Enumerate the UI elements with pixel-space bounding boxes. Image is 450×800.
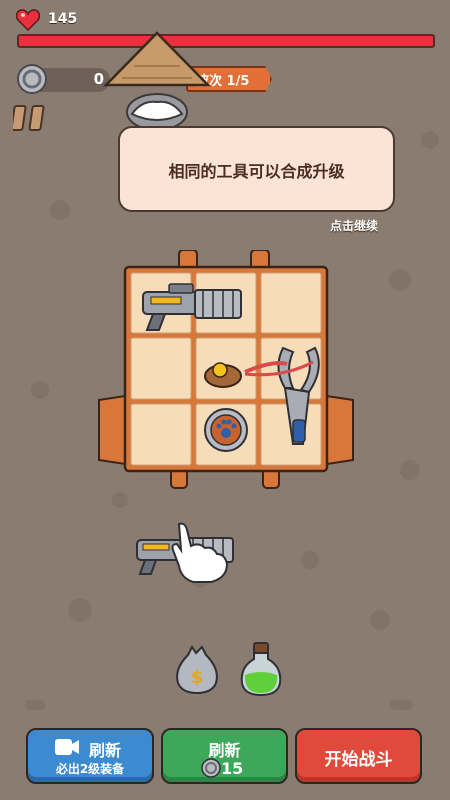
refresh-ad-label: 刷新 [88, 741, 121, 760]
inventory-board[interactable] [97, 250, 355, 490]
board-cell [130, 403, 192, 466]
refresh-coin-cost: 15 [221, 759, 244, 778]
start-battle-label: 开始战斗 [324, 750, 393, 770]
refresh-coin-label: 刷新 [208, 741, 241, 760]
hp-bar [17, 34, 435, 48]
refresh-coin-button[interactable]: 刷新 15 [161, 728, 288, 784]
board-cell [130, 337, 192, 400]
green-potion-icon[interactable] [238, 641, 284, 697]
start-battle-button[interactable]: 开始战斗 [295, 728, 422, 784]
dragged-minigun-icon[interactable] [135, 520, 245, 584]
coin-icon [201, 758, 221, 778]
refresh-ad-sub: 必出2级装备 [55, 762, 125, 776]
board-left-flap [98, 394, 126, 466]
heart-icon [16, 9, 40, 31]
tap-to-continue[interactable]: 点击继续 [330, 217, 378, 234]
hp-value: 145 [48, 11, 78, 27]
board-cell [260, 272, 322, 334]
refresh-ad-button[interactable]: 刷新 必出2级装备 [26, 728, 154, 784]
tutorial-message: 相同的工具可以合成升级 [168, 162, 345, 181]
pause-icon[interactable] [13, 104, 47, 132]
board-right-flap [326, 394, 354, 466]
sage-character-icon [103, 31, 211, 130]
coin-icon [17, 64, 47, 94]
money-bag-icon[interactable]: $ [174, 643, 220, 695]
coin-count: 0 [93, 70, 104, 88]
svg-text:$: $ [191, 667, 204, 688]
paw-shield-icon [204, 408, 248, 452]
